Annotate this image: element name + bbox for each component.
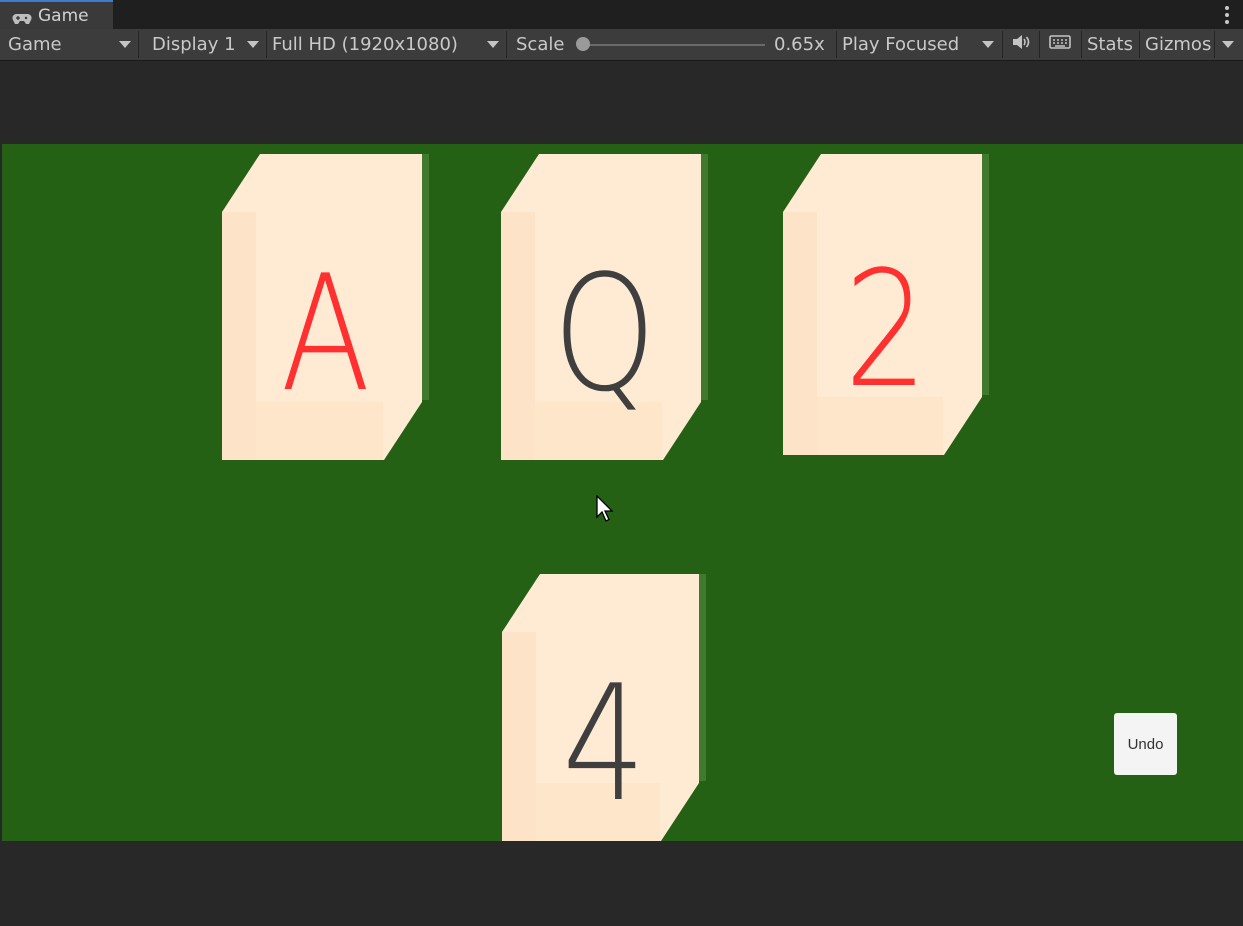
undo-button[interactable]: Undo bbox=[1114, 713, 1177, 775]
gamepad-icon bbox=[12, 10, 32, 24]
view-mode-value: Game bbox=[8, 34, 62, 55]
chevron-down-icon bbox=[247, 41, 259, 48]
card-2[interactable]: 2 bbox=[783, 154, 989, 455]
editor-tab-bar: Game bbox=[0, 0, 1243, 29]
stats-button[interactable]: Stats bbox=[1087, 29, 1133, 60]
undo-label: Undo bbox=[1127, 735, 1164, 753]
scale-label: Scale bbox=[516, 34, 565, 55]
card-4[interactable]: 4 bbox=[502, 574, 706, 841]
speaker-icon bbox=[1011, 34, 1031, 55]
scale-slider-track[interactable] bbox=[584, 44, 765, 46]
gizmos-button[interactable]: Gizmos bbox=[1145, 29, 1211, 60]
play-mode-dropdown[interactable]: Play Focused bbox=[842, 29, 998, 60]
card-a[interactable]: A bbox=[222, 154, 429, 460]
mouse-cursor-icon bbox=[596, 494, 616, 527]
game-viewport[interactable]: A Q 2 4 Undo bbox=[2, 144, 1243, 841]
card-rank-label: 2 bbox=[844, 236, 928, 423]
chevron-down-icon bbox=[982, 41, 994, 48]
letterbox-top bbox=[0, 61, 1243, 144]
game-view-toolbar: Game Display 1 Full HD (1920x1080) Scale… bbox=[0, 29, 1243, 61]
tab-game[interactable]: Game bbox=[0, 0, 113, 29]
card-rank-label: Q bbox=[552, 240, 657, 427]
card-rank-label: A bbox=[280, 240, 371, 427]
card-q[interactable]: Q bbox=[501, 154, 708, 460]
play-mode-value: Play Focused bbox=[842, 34, 960, 55]
chevron-down-icon bbox=[487, 41, 499, 48]
more-options-icon[interactable] bbox=[1225, 6, 1229, 24]
keyboard-icon bbox=[1049, 34, 1071, 55]
view-mode-dropdown[interactable]: Game bbox=[8, 29, 136, 60]
mute-audio-button[interactable] bbox=[1006, 29, 1036, 60]
scale-value: 0.65x bbox=[774, 34, 825, 55]
scale-slider-handle[interactable] bbox=[576, 37, 590, 51]
chevron-down-icon bbox=[119, 41, 131, 48]
card-rank-label: 4 bbox=[562, 650, 646, 837]
shortcuts-toggle-button[interactable] bbox=[1043, 29, 1077, 60]
tab-game-label: Game bbox=[38, 5, 89, 26]
resolution-value: Full HD (1920x1080) bbox=[272, 34, 458, 55]
display-value: Display 1 bbox=[152, 34, 236, 55]
gizmos-dropdown-chevron-icon[interactable] bbox=[1222, 41, 1234, 48]
letterbox-bottom bbox=[0, 841, 1243, 926]
resolution-dropdown[interactable]: Full HD (1920x1080) bbox=[272, 29, 504, 60]
